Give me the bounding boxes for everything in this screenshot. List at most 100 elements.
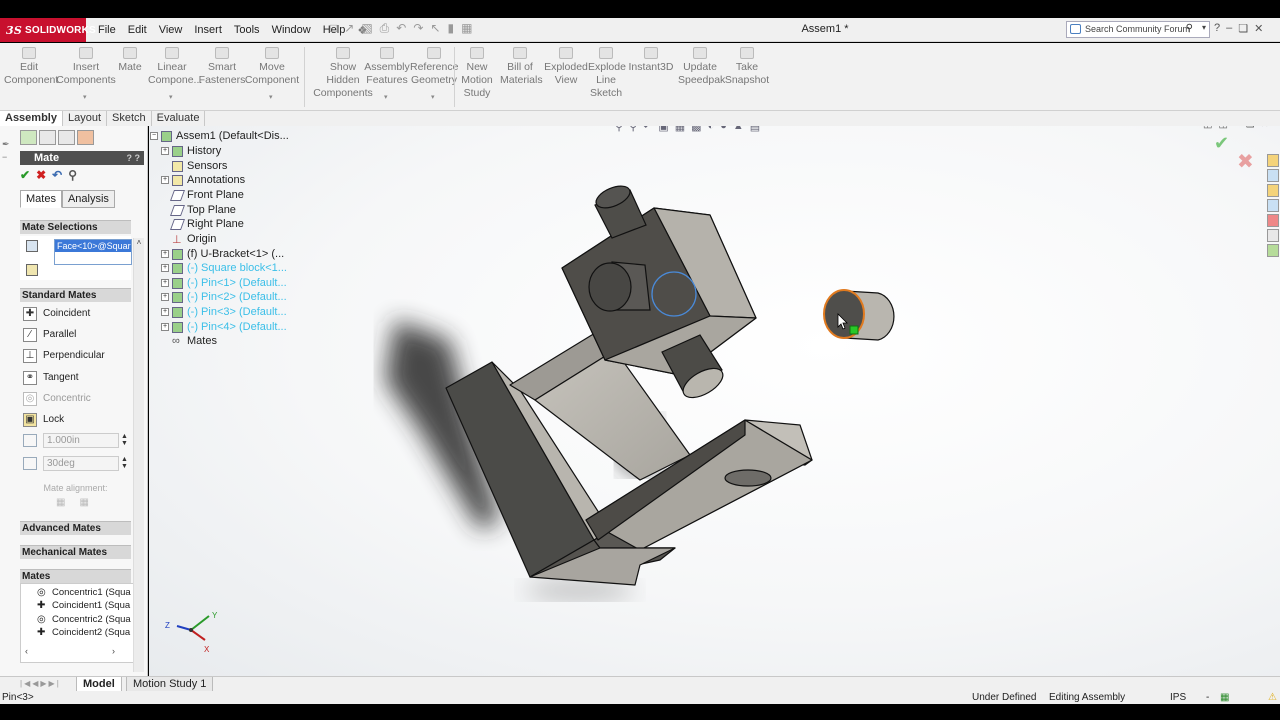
tree-item-pin-2[interactable]: + (-) Pin<2> (Default... [161, 290, 287, 304]
graphics-area[interactable]: ⚲ ⚲ ↶ ▣ ▦ ▩ ◐ ● ▲ ▤ ◫ ◫ – ❏ ✕ −Assem1 (D… [149, 126, 1280, 676]
tile-icon[interactable]: ◫ [1203, 126, 1212, 130]
u-bracket[interactable] [445, 329, 813, 586]
tree-item-u-bracket[interactable]: + (f) U-Bracket<1> (... [161, 247, 284, 261]
menu-view[interactable]: View [153, 24, 189, 36]
linear-component-pattern-button[interactable]: Linear Compone... [148, 47, 202, 87]
list-item[interactable]: ✚ Coincident2 (Squa [37, 627, 130, 638]
assembly-model[interactable] [149, 126, 1280, 676]
angle-input[interactable]: 30deg [43, 456, 119, 471]
mate-tangent[interactable]: ⚭ Tangent [20, 367, 131, 388]
view-settings-icon[interactable]: ▤ [750, 126, 760, 133]
help-icon[interactable]: ? [1214, 22, 1220, 35]
collapse-icon[interactable]: − [150, 132, 158, 140]
expand-icon[interactable]: + [161, 293, 169, 301]
chevron-up-icon[interactable]: ˄ [137, 238, 142, 247]
rebuild-status-icon[interactable]: ▦ [1220, 691, 1229, 704]
status-units[interactable]: IPS [1170, 691, 1186, 704]
minimize-icon[interactable]: – [1234, 126, 1240, 130]
aligned-icon[interactable]: ▦ [56, 497, 65, 508]
view-palette-icon[interactable] [1267, 199, 1279, 212]
insert-components-button[interactable]: Insert Components [56, 47, 116, 87]
print-icon[interactable]: ⎙ [380, 21, 390, 36]
scene-icon[interactable]: ▲ [733, 126, 744, 133]
list-item[interactable]: ◎ Concentric1 (Squa [37, 587, 131, 598]
tree-item-front-plane[interactable]: Front Plane [161, 188, 244, 202]
tree-item-pin-3[interactable]: + (-) Pin<3> (Default... [161, 305, 287, 319]
chevron-down-icon[interactable]: ▾ [169, 93, 173, 101]
solidworks-logo[interactable]: 3S SOLIDWORKS [0, 18, 96, 42]
mate-perpendicular[interactable]: ⊥ Perpendicular [20, 345, 131, 366]
mate-selections-header[interactable]: Mate Selections [20, 220, 131, 234]
tree-item-right-plane[interactable]: Right Plane [161, 217, 244, 231]
split-icon[interactable]: ◫ [1218, 126, 1227, 130]
confirmation-cancel-icon[interactable]: ✖ [1237, 149, 1254, 174]
anti-aligned-icon[interactable]: ▦ [79, 497, 88, 508]
exploded-view-button[interactable]: Exploded View [544, 47, 588, 87]
hide-show-icon[interactable]: ◐ [708, 126, 715, 133]
chevron-down-icon[interactable]: ▾ [384, 93, 388, 101]
units-dropdown-icon[interactable]: - [1206, 691, 1209, 704]
standard-mates-header[interactable]: Standard Mates [20, 288, 131, 302]
tab-mates[interactable]: Mates [20, 190, 62, 208]
solidworks-resources-icon[interactable] [1267, 154, 1279, 167]
expand-icon[interactable]: + [161, 323, 169, 331]
explode-line-sketch-button[interactable]: Explode Line Sketch [588, 47, 626, 100]
open-doc-icon[interactable]: ↗ [344, 21, 354, 36]
move-component-button[interactable]: Move Component [242, 47, 302, 87]
undo-icon[interactable]: ↶ [52, 168, 62, 182]
close-icon[interactable]: ✕ [1260, 126, 1268, 130]
edit-component-button[interactable]: Edit Component [4, 47, 58, 87]
design-library-icon[interactable] [1267, 169, 1279, 182]
restore-icon[interactable]: ❏ [1238, 22, 1248, 35]
tree-item-mates[interactable]: ∞ Mates [161, 334, 217, 348]
file-explorer-icon[interactable] [1267, 184, 1279, 197]
expand-icon[interactable]: + [161, 250, 169, 258]
sketch-tool-icon[interactable]: ✒ [2, 138, 16, 151]
tree-item-top-plane[interactable]: Top Plane [161, 203, 236, 217]
custom-properties-icon[interactable] [1267, 229, 1279, 242]
ok-icon[interactable]: ✔ [20, 168, 30, 182]
help-icon[interactable]: ? ? [127, 151, 141, 165]
list-item[interactable]: ◎ Concentric2 (Squa [37, 614, 131, 625]
minimize-icon[interactable]: – [1226, 22, 1232, 35]
mate-parallel[interactable]: ∕ Parallel [20, 324, 131, 345]
forum-icon[interactable] [1267, 244, 1279, 257]
tree-item-annotations[interactable]: + Annotations [161, 173, 245, 187]
search-icon[interactable]: ⚲ [1186, 23, 1193, 34]
chevron-down-icon[interactable]: ▾ [269, 93, 273, 101]
rebuild-icon[interactable]: ▮ [447, 21, 454, 36]
confirmation-ok-icon[interactable]: ✔ [1214, 133, 1229, 154]
tab-layout[interactable]: Layout [63, 111, 108, 126]
menu-tools[interactable]: Tools [228, 24, 266, 36]
chevron-down-icon[interactable]: ▾ [83, 93, 87, 101]
tree-root[interactable]: − Assem1 (Default<Dis... [150, 129, 289, 143]
multimate-icon[interactable] [26, 264, 38, 276]
zoom-to-fit-icon[interactable]: ⚲ [615, 126, 623, 133]
selection-list[interactable]: Face<10>@Square [54, 239, 132, 265]
distance-input[interactable]: 1.000in [43, 433, 119, 448]
cancel-icon[interactable]: ✖ [36, 168, 46, 182]
tab-analysis[interactable]: Analysis [61, 190, 115, 208]
chevron-right-icon[interactable]: › [112, 646, 115, 656]
mate-concentric[interactable]: ◎ Concentric [20, 388, 131, 409]
zoom-area-icon[interactable]: ⚲ [629, 126, 637, 133]
menu-insert[interactable]: Insert [188, 24, 228, 36]
section-view-icon[interactable]: ▣ [658, 126, 668, 133]
mechanical-mates-header[interactable]: Mechanical Mates [20, 545, 131, 559]
pane-scrollbar[interactable]: ˄ [133, 238, 144, 672]
restore-icon[interactable]: ❏ [1245, 126, 1254, 130]
reference-geometry-button[interactable]: Reference Geometry [410, 47, 458, 87]
distance-spinner[interactable]: ▲ ▼ [121, 433, 128, 447]
chevron-down-icon[interactable]: ▾ [1202, 23, 1206, 32]
mates-header[interactable]: Mates [20, 569, 131, 583]
tree-item-pin-1[interactable]: + (-) Pin<1> (Default... [161, 276, 287, 290]
expand-icon[interactable]: + [161, 279, 169, 287]
menu-file[interactable]: File [92, 24, 122, 36]
close-icon[interactable]: ✕ [1254, 22, 1263, 35]
notification-icon[interactable]: ⚠ [1268, 691, 1277, 704]
tree-item-sensors[interactable]: Sensors [161, 159, 227, 173]
tab-sketch[interactable]: Sketch [107, 111, 152, 126]
instant3d-button[interactable]: Instant3D [628, 47, 674, 74]
tree-item-square-block[interactable]: + (-) Square block<1... [161, 261, 287, 275]
display-style-icon[interactable]: ▩ [691, 126, 701, 133]
